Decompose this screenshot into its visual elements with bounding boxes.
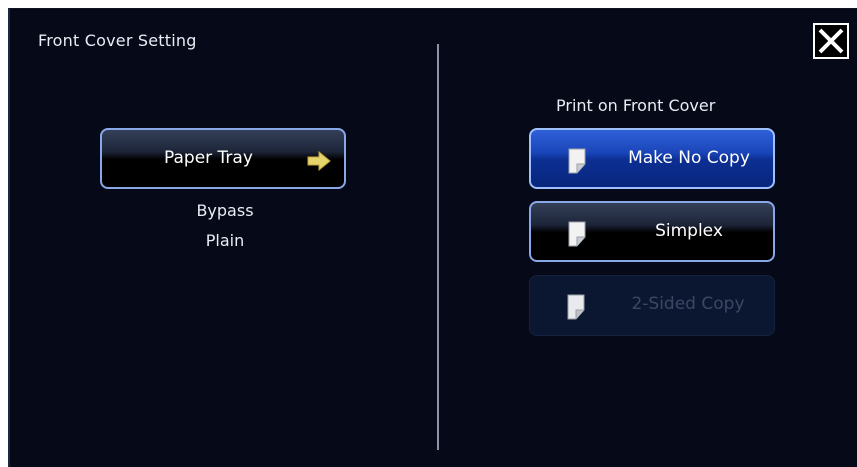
option-make-no-copy[interactable]: Make No Copy [529,128,775,189]
tray-value: Bypass [196,201,254,220]
front-cover-setting-dialog: Front Cover Setting Paper Tray Bypass Pl… [8,8,857,467]
page-icon [566,294,586,325]
close-button[interactable] [813,23,849,59]
option-label: 2-Sided Copy [631,294,745,314]
column-divider [437,44,439,450]
option-simplex[interactable]: Simplex [529,201,775,262]
page-icon [567,148,587,179]
arrow-right-icon [307,150,331,176]
option-label: Simplex [655,221,723,241]
option-label: Make No Copy [628,148,750,168]
option-2-sided-copy: 2-Sided Copy [529,275,775,336]
page-icon [567,221,587,252]
dialog-title: Front Cover Setting [38,31,197,50]
paper-tray-label: Paper Tray [164,148,253,168]
paper-type-value: Plain [205,231,245,250]
paper-tray-button[interactable]: Paper Tray [100,128,346,189]
print-on-front-cover-heading: Print on Front Cover [556,96,716,115]
close-icon [818,28,844,54]
